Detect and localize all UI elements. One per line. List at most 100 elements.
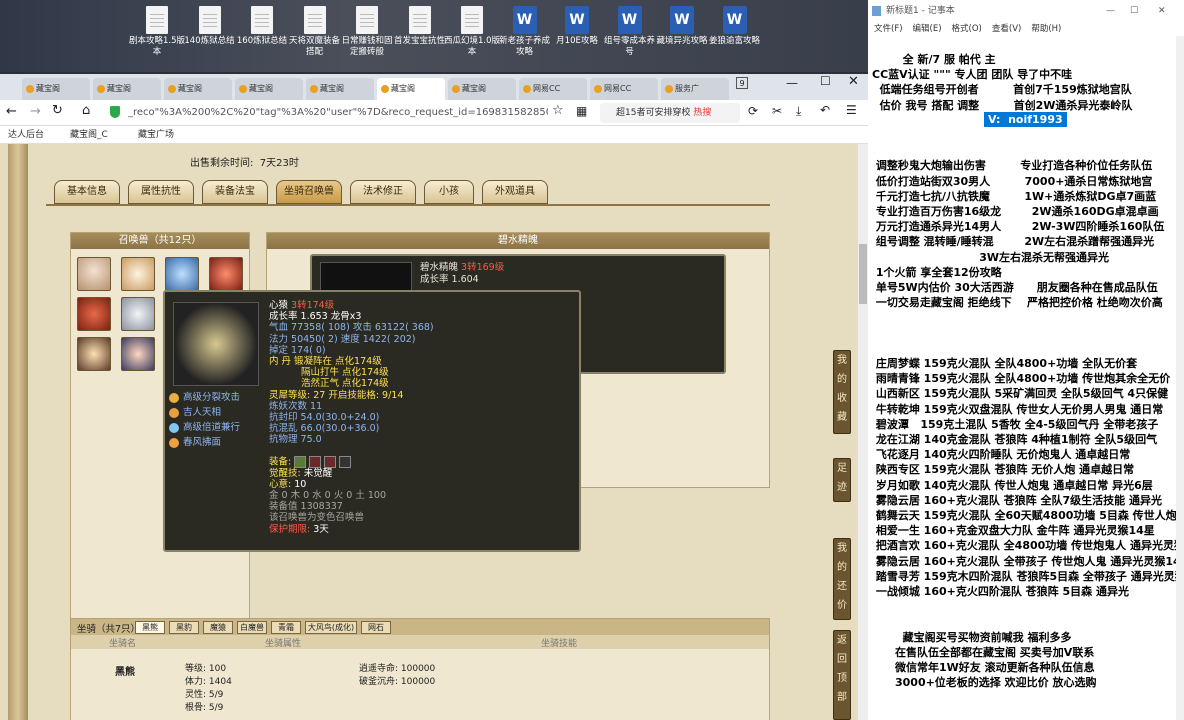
notepad-scrollbar[interactable] <box>1176 36 1184 720</box>
game-tab[interactable]: 小孩 <box>424 180 474 204</box>
minimize-icon[interactable]: — <box>1106 0 1115 22</box>
browser-tab[interactable]: 藏宝阁 <box>448 78 516 100</box>
desktop-file-icon[interactable]: 140炼狱总结 <box>181 6 239 47</box>
summon-avatar[interactable] <box>209 257 243 291</box>
browser-tab[interactable]: 网易CC <box>519 78 587 100</box>
back-to-top-button[interactable]: 返回顶部 <box>833 630 851 720</box>
notepad-line: 庄周梦蝶 159克火混队 全队4800+功墙 全队无价套 <box>872 357 1138 370</box>
summon-avatar[interactable] <box>121 257 155 291</box>
mount-tab[interactable]: 白魔兽 <box>237 621 267 634</box>
desktop-file-icon[interactable]: 天将双魔装备搭配 <box>286 6 344 58</box>
summon-skill[interactable]: 春风拂面 <box>169 437 240 452</box>
maximize-icon[interactable]: ☐ <box>1130 0 1138 22</box>
summon-avatar[interactable] <box>121 337 155 371</box>
game-tab[interactable]: 外观道具 <box>482 180 548 204</box>
undo-icon[interactable]: ↶ <box>820 103 830 117</box>
bookmark-item[interactable]: 达人后台 <box>8 126 44 144</box>
desktop-file-label: 月10E攻略 <box>556 36 598 46</box>
grid-icon[interactable]: ▦ <box>576 104 587 118</box>
browser-tab[interactable]: 藏宝阁 <box>22 78 90 100</box>
desktop-file-icon[interactable]: W 月10E攻略 <box>548 6 606 47</box>
notepad-line: 藏宝阁买号买物资前喊我 福利多多 <box>872 630 1072 644</box>
browser-tab[interactable]: 服务广 <box>661 78 729 100</box>
desktop-file-icon[interactable]: 西瓜幻境1.0版本 <box>443 6 501 58</box>
search-field[interactable]: 超15者可安排穿校 热搜 <box>600 103 740 123</box>
forward-icon[interactable]: → <box>30 104 41 119</box>
game-tab[interactable]: 基本信息 <box>54 180 120 204</box>
mount-tab[interactable]: 黑熊 <box>135 621 165 634</box>
counter-offer-button[interactable]: 我的还价 <box>833 538 851 620</box>
equip-slot[interactable] <box>294 455 307 468</box>
desktop-file-icon[interactable]: W 组号零成本养号 <box>601 6 659 58</box>
desktop-file-icon[interactable]: W 新老孩子养成攻略 <box>496 6 554 58</box>
browser-tab[interactable]: 藏宝阁 <box>164 78 232 100</box>
mount-tab[interactable]: 魔猿 <box>203 621 233 634</box>
equip-slot[interactable] <box>309 455 322 468</box>
bookmark-item[interactable]: 藏宝广场 <box>138 126 174 144</box>
bookmark-item[interactable]: 藏宝阁_C <box>70 126 108 144</box>
desktop-file-icon[interactable]: 首发宝宝抗性 <box>391 6 449 47</box>
page-scrollbar[interactable] <box>858 144 868 720</box>
desktop-file-icon[interactable]: 160炼狱总结 <box>233 6 291 47</box>
notepad-line: 雨晴青锋 159克火混队 全队4800+功墙 传世炮其余全无价 <box>872 372 1171 386</box>
notepad-menu-item[interactable]: 格式(O) <box>952 24 982 34</box>
menu-icon[interactable]: ☰ <box>846 103 857 117</box>
scissors-icon[interactable]: ✂ <box>772 104 782 118</box>
desktop-file-label: 160炼狱总结 <box>236 36 288 46</box>
url-field[interactable]: _reco"%3A%200%2C%20"tag"%3A%20"user"%7D&… <box>128 104 548 122</box>
mount-tab[interactable]: 网石 <box>361 621 391 634</box>
address-bar: ← → ↻ ⌂ _reco"%3A%200%2C%20"tag"%3A%20"u… <box>0 100 868 126</box>
minimize-icon[interactable]: — <box>786 76 798 90</box>
mount-tab[interactable]: 黑豹 <box>169 621 199 634</box>
close-icon[interactable]: ✕ <box>1158 0 1166 22</box>
notepad-menu-item[interactable]: 文件(F) <box>874 24 903 34</box>
desktop-file-icon[interactable]: 剧本攻略1.5版本 <box>128 6 186 58</box>
equip-slot[interactable] <box>324 455 337 468</box>
game-tab[interactable]: 属性抗性 <box>128 180 194 204</box>
notepad-menu-item[interactable]: 编辑(E) <box>913 24 942 34</box>
browser-tab[interactable]: 藏宝阁 <box>93 78 161 100</box>
mount-tab[interactable]: 大风鸟(成化) <box>305 621 357 634</box>
browser-tab[interactable]: 藏宝阁 <box>306 78 374 100</box>
summon-avatar[interactable] <box>165 257 199 291</box>
browser-tab[interactable]: 藏宝阁 <box>377 78 445 100</box>
refresh-icon[interactable]: ⟳ <box>748 104 758 118</box>
maximize-icon[interactable]: ☐ <box>820 74 831 88</box>
summon-skill[interactable]: 高级倍道兼行 <box>169 422 240 437</box>
browser-tabbar: 藏宝阁 藏宝阁 藏宝阁 藏宝阁 藏宝阁 藏宝阁 藏宝阁 网易CC 网易CC 服务广 9 — ☐ ✕ <box>0 74 868 100</box>
summon-skill[interactable]: 吉人天相 <box>169 407 240 422</box>
game-tab[interactable]: 装备法宝 <box>202 180 268 204</box>
notepad-line: 低价打造站街双30男人 7000+通杀日常炼狱地宫 <box>872 174 1153 188</box>
home-icon[interactable]: ⌂ <box>82 103 90 118</box>
favorites-button[interactable]: 我的收藏 <box>833 350 851 434</box>
summon-avatar[interactable] <box>77 297 111 331</box>
mount-tab[interactable]: 青霜 <box>271 621 301 634</box>
notepad-menu-item[interactable]: 查看(V) <box>992 24 1021 34</box>
mount-panel: 坐骑（共7只） 黑熊 黑豹 魔猿 白魔兽 青霜 大风鸟(成化) 网石 坐骑名 坐骑属性 坐骑… <box>70 618 770 720</box>
word-doc-icon: W <box>565 6 589 34</box>
footprint-button[interactable]: 足迹 <box>833 458 851 502</box>
star-icon[interactable]: ☆ <box>552 103 564 118</box>
selected-text[interactable]: V: noif1993 <box>984 112 1067 128</box>
desktop-file-icon[interactable]: W 姜狼逾富攻略 <box>706 6 764 47</box>
equip-slot[interactable] <box>339 455 352 468</box>
back-icon[interactable]: ← <box>6 104 17 119</box>
desktop-file-icon[interactable]: 日常赚钱和固定搬砖般 <box>338 6 396 58</box>
tab-count-badge[interactable]: 9 <box>736 77 748 89</box>
notepad-line: 山西新区 159克火混队 5采矿满回灵 全队5级回气 4只保健 <box>872 387 1169 401</box>
summon-avatar[interactable] <box>77 257 111 291</box>
desktop-file-icon[interactable]: W 藏境异兆攻略 <box>653 6 711 47</box>
browser-tab[interactable]: 网易CC <box>590 78 658 100</box>
notepad-line: 单号5W内估价 30大活西游 朋友圈各种在售成品队伍 <box>872 281 1158 294</box>
game-tab[interactable]: 坐骑召唤兽 <box>276 180 342 204</box>
reload-icon[interactable]: ↻ <box>52 103 63 118</box>
summon-skill[interactable]: 高级分裂攻击 <box>169 392 240 407</box>
game-tab[interactable]: 法术修正 <box>350 180 416 204</box>
close-icon[interactable]: ✕ <box>848 74 859 89</box>
download-icon[interactable]: ⤓ <box>796 104 801 119</box>
browser-tab[interactable]: 藏宝阁 <box>235 78 303 100</box>
summon-avatar[interactable] <box>77 337 111 371</box>
notepad-menu: 文件(F) 编辑(E) 格式(O) 查看(V) 帮助(H) <box>868 22 1184 36</box>
notepad-menu-item[interactable]: 帮助(H) <box>1031 24 1061 34</box>
summon-avatar[interactable] <box>121 297 155 331</box>
